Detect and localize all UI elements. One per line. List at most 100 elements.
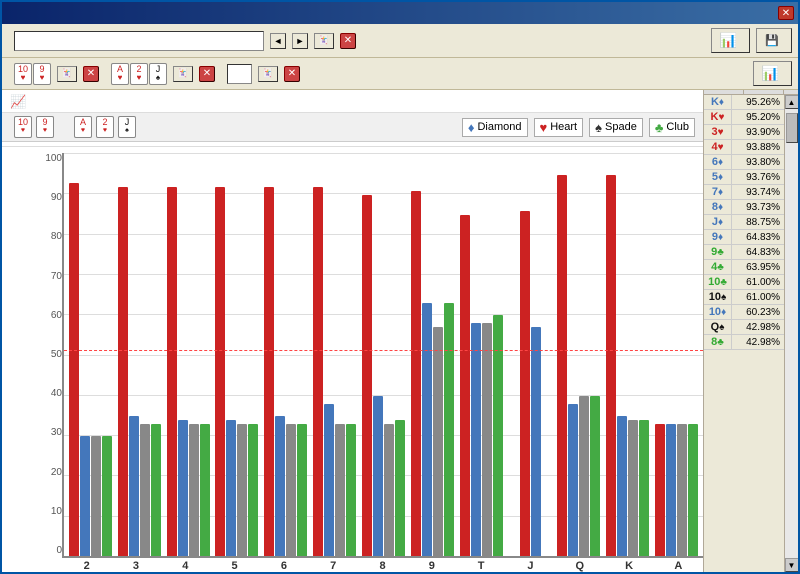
bar-gray [140,424,150,556]
heart-icon: ♥ [540,120,548,135]
bar-blue [531,327,541,556]
analyse-river-btn[interactable]: 📊 [753,61,792,86]
villain-clear-btn[interactable]: ✕ [340,33,356,49]
hero-card-1: 10♥ [14,63,32,85]
bar-group-8 [359,155,408,556]
bar-red [362,195,372,556]
bar-blue [324,404,334,556]
x-label-4: 4 [161,560,210,572]
scroll-thumb[interactable] [786,113,798,143]
equity-cell: 93.73% [732,201,784,214]
equity-cell: 93.90% [732,126,784,139]
bar-blue [178,420,188,556]
chart-board-card2: 2♥ [96,116,114,138]
bar-blue [80,436,90,556]
villain-card-btn[interactable]: 🃏 [314,33,334,49]
bar-gray [579,396,589,556]
turn-clear-btn[interactable]: ✕ [284,66,300,82]
analyse-turn-btn[interactable]: 📊 [711,28,750,53]
panel-row: J♦88.75% [704,215,784,230]
card-cell: 10♠ [704,290,732,304]
bar-red [557,175,567,556]
bar-gray [628,420,638,556]
diamond-icon: ♦ [468,120,475,135]
equity-cell: 95.20% [732,111,784,124]
bar-green [444,303,454,556]
turn-card-btn[interactable]: 🃏 [258,66,278,82]
equity-cell: 42.98% [732,336,784,349]
bar-red [411,191,421,556]
panel-row: 5♦93.76% [704,170,784,185]
panel-row: 10♣61.00% [704,275,784,290]
close-button[interactable]: ✕ [778,6,794,20]
x-label-T: T [457,560,506,572]
hero-card-btn[interactable]: 🃏 [57,66,77,82]
card-cell: 3♥ [704,125,732,139]
flop-card-btn[interactable]: 🃏 [173,66,193,82]
bar-gray [433,327,443,556]
panel-row: 9♦64.83% [704,230,784,245]
equity-cell: 93.88% [732,141,784,154]
diamond-legend: ♦ Diamond [462,118,528,137]
bar-green [590,396,600,556]
chart-board-card3: J♠ [118,116,136,138]
hero-clear-btn[interactable]: ✕ [83,66,99,82]
x-label-5: 5 [210,560,259,572]
chart-area: 📈 10♥ 9♥ A♥ 2♥ J♠ [2,90,703,572]
panel-rows[interactable]: K♦95.26%K♥95.20%3♥93.90%4♥93.88%6♦93.80%… [704,95,784,572]
villain-input[interactable] [14,31,264,51]
bar-red [215,187,225,556]
card-cell: J♦ [704,215,732,229]
bar-green [297,424,307,556]
bar-group-3 [115,155,164,556]
bar-red [460,215,470,556]
bar-gray [384,424,394,556]
x-labels: 23456789TJQKA [62,560,703,572]
save-screenshot-btn[interactable]: 💾 [756,28,792,53]
scroll-down[interactable]: ▼ [785,558,799,572]
save-icon: 💾 [765,34,779,47]
card-cell: 6♦ [704,155,732,169]
bar-group-9 [408,155,457,556]
card-cell: 10♦ [704,305,732,319]
card-cell: Q♠ [704,320,732,334]
bar-red [264,187,274,556]
bar-green [688,424,698,556]
panel-row: K♦95.26% [704,95,784,110]
panel-content: K♦95.26%K♥95.20%3♥93.90%4♥93.88%6♦93.80%… [704,95,798,572]
bar-gray [286,424,296,556]
turn-card-area [227,64,252,84]
panel-row: Q♠42.98% [704,320,784,335]
bar-red [118,187,128,556]
panel-row: 8♦93.73% [704,200,784,215]
chart-info: 10♥ 9♥ A♥ 2♥ J♠ ♦ Diamond [2,113,703,142]
bar-group-T [457,155,506,556]
bar-green [639,420,649,556]
scroll-up[interactable]: ▲ [785,95,799,109]
bar-group-K [603,155,652,556]
card-cell: 10♣ [704,275,732,289]
flop-card-3: J♠ [149,63,167,85]
bar-gray [91,436,101,556]
bar-blue [617,416,627,556]
scrollbar[interactable]: ▲ ▼ [784,95,798,572]
bar-group-2 [66,155,115,556]
card-cell: 7♦ [704,185,732,199]
bar-green [346,424,356,556]
villain-prev-btn[interactable]: ◄ [270,33,286,49]
heart-legend: ♥ Heart [534,118,584,137]
equity-cell: 64.83% [732,246,784,259]
flop-card-2: 2♥ [130,63,148,85]
equity-col-header [744,90,784,94]
x-label-3: 3 [111,560,160,572]
villain-next-btn[interactable]: ► [292,33,308,49]
bar-gray [677,424,687,556]
flop-clear-btn[interactable]: ✕ [199,66,215,82]
bar-blue [275,416,285,556]
panel-row: 10♠61.00% [704,290,784,305]
bar-group-A [652,155,701,556]
board-display: A♥ 2♥ J♠ [70,116,136,138]
card-cell: 8♣ [704,335,732,349]
equity-cell: 93.74% [732,186,784,199]
bar-green [395,420,405,556]
